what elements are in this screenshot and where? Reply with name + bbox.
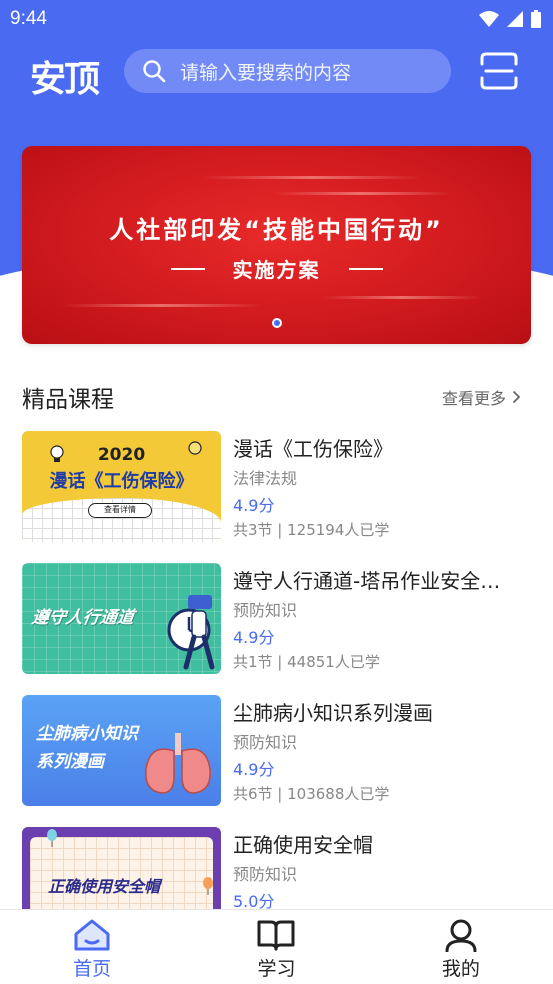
banner-dash	[348, 267, 383, 270]
wifi-icon	[479, 11, 499, 27]
course-meta: 共3节 | 125194人已学	[233, 521, 390, 539]
course-item[interactable]: 遵守人行通道 遵守人行通道-塔吊作业安全… 预防知识 4.9分 共1节 | 44…	[22, 563, 532, 675]
scan-icon[interactable]	[478, 50, 520, 92]
course-thumbnail: 遵守人行通道	[22, 563, 221, 674]
user-icon	[445, 919, 477, 952]
battery-icon	[531, 10, 541, 28]
banner-decoration	[202, 176, 422, 179]
course-meta: 共1节 | 44851人已学	[233, 653, 380, 671]
running-person-icon	[183, 595, 215, 670]
banner-indicator-dot[interactable]	[272, 318, 282, 328]
balloon-icon	[47, 829, 57, 847]
course-score: 5.0分	[233, 892, 275, 909]
banner-title: 人社部印发“技能中国行动”	[109, 216, 444, 244]
banner-dash	[170, 267, 205, 270]
course-category: 预防知识	[233, 865, 298, 884]
lungs-icon	[145, 733, 211, 794]
thumbnail-title: 正确使用安全帽	[48, 877, 161, 896]
course-title: 正确使用安全帽	[233, 833, 373, 857]
course-category: 预防知识	[233, 601, 298, 620]
signal-icon	[507, 11, 523, 27]
thumbnail-title-line1: 尘肺病小知识	[36, 724, 138, 744]
nav-home-label: 首页	[73, 958, 112, 980]
view-more-label: 查看更多	[442, 389, 507, 408]
course-category: 法律法规	[233, 469, 298, 488]
banner-subtitle: 实施方案	[232, 258, 321, 282]
course-item[interactable]: 正确使用安全帽 正确使用安全帽 预防知识 5.0分	[22, 827, 532, 909]
balloon-icon	[203, 877, 213, 895]
course-thumbnail: 2020 漫话《工伤保险》 查看详情	[22, 431, 221, 542]
thumbnail-title: 漫话《工伤保险》	[49, 471, 194, 492]
course-score: 4.9分	[233, 496, 275, 515]
top-bar: 安顶 请输入要搜索的内容	[0, 46, 553, 100]
nav-study-label: 学习	[257, 958, 296, 980]
thumbnail-title-line2: 系列漫画	[36, 752, 104, 772]
coin-icon	[188, 441, 202, 455]
search-icon	[143, 60, 166, 83]
section-title: 精品课程	[22, 387, 114, 413]
course-score: 4.9分	[233, 760, 275, 779]
course-title: 尘肺病小知识系列漫画	[233, 701, 433, 725]
nav-home[interactable]: 首页	[0, 910, 184, 984]
banner-decoration	[322, 296, 482, 299]
promo-banner[interactable]: 人社部印发“技能中国行动” 实施方案	[22, 146, 531, 344]
course-title: 漫话《工伤保险》	[233, 437, 393, 461]
banner-decoration	[272, 192, 452, 195]
course-thumbnail: 尘肺病小知识 系列漫画	[22, 695, 221, 806]
course-meta: 共6节 | 103688人已学	[233, 785, 390, 803]
view-more-link[interactable]: 查看更多	[442, 385, 521, 409]
home-icon	[74, 919, 110, 951]
thumbnail-button: 查看详情	[88, 503, 152, 518]
chevron-right-icon	[512, 390, 521, 404]
lightbulb-icon	[50, 445, 64, 462]
course-score: 4.9分	[233, 628, 275, 647]
bottom-navigation: 首页 学习 我的	[0, 909, 553, 984]
course-item[interactable]: 2020 漫话《工伤保险》 查看详情 漫话《工伤保险》 法律法规 4.9分 共3…	[22, 431, 532, 543]
book-icon	[257, 920, 295, 951]
status-time: 9:44	[10, 8, 47, 29]
nav-study[interactable]: 学习	[184, 910, 368, 984]
nav-mine[interactable]: 我的	[369, 910, 553, 984]
nav-mine-label: 我的	[441, 958, 480, 980]
search-bar[interactable]: 请输入要搜索的内容	[124, 49, 451, 93]
course-thumbnail: 正确使用安全帽	[22, 827, 221, 909]
app-logo: 安顶	[30, 58, 100, 100]
banner-decoration	[62, 304, 262, 307]
thumbnail-title: 遵守人行通道	[30, 608, 136, 628]
course-item[interactable]: 尘肺病小知识 系列漫画 尘肺病小知识系列漫画 预防知识 4.9分 共6节 | 1…	[22, 695, 532, 807]
banner-subtitle-row: 实施方案	[22, 254, 531, 283]
course-title: 遵守人行通道-塔吊作业安全…	[233, 569, 501, 593]
status-icons	[479, 10, 541, 28]
status-bar: 9:44	[0, 0, 553, 38]
search-placeholder: 请输入要搜索的内容	[180, 61, 352, 84]
course-category: 预防知识	[233, 733, 298, 752]
